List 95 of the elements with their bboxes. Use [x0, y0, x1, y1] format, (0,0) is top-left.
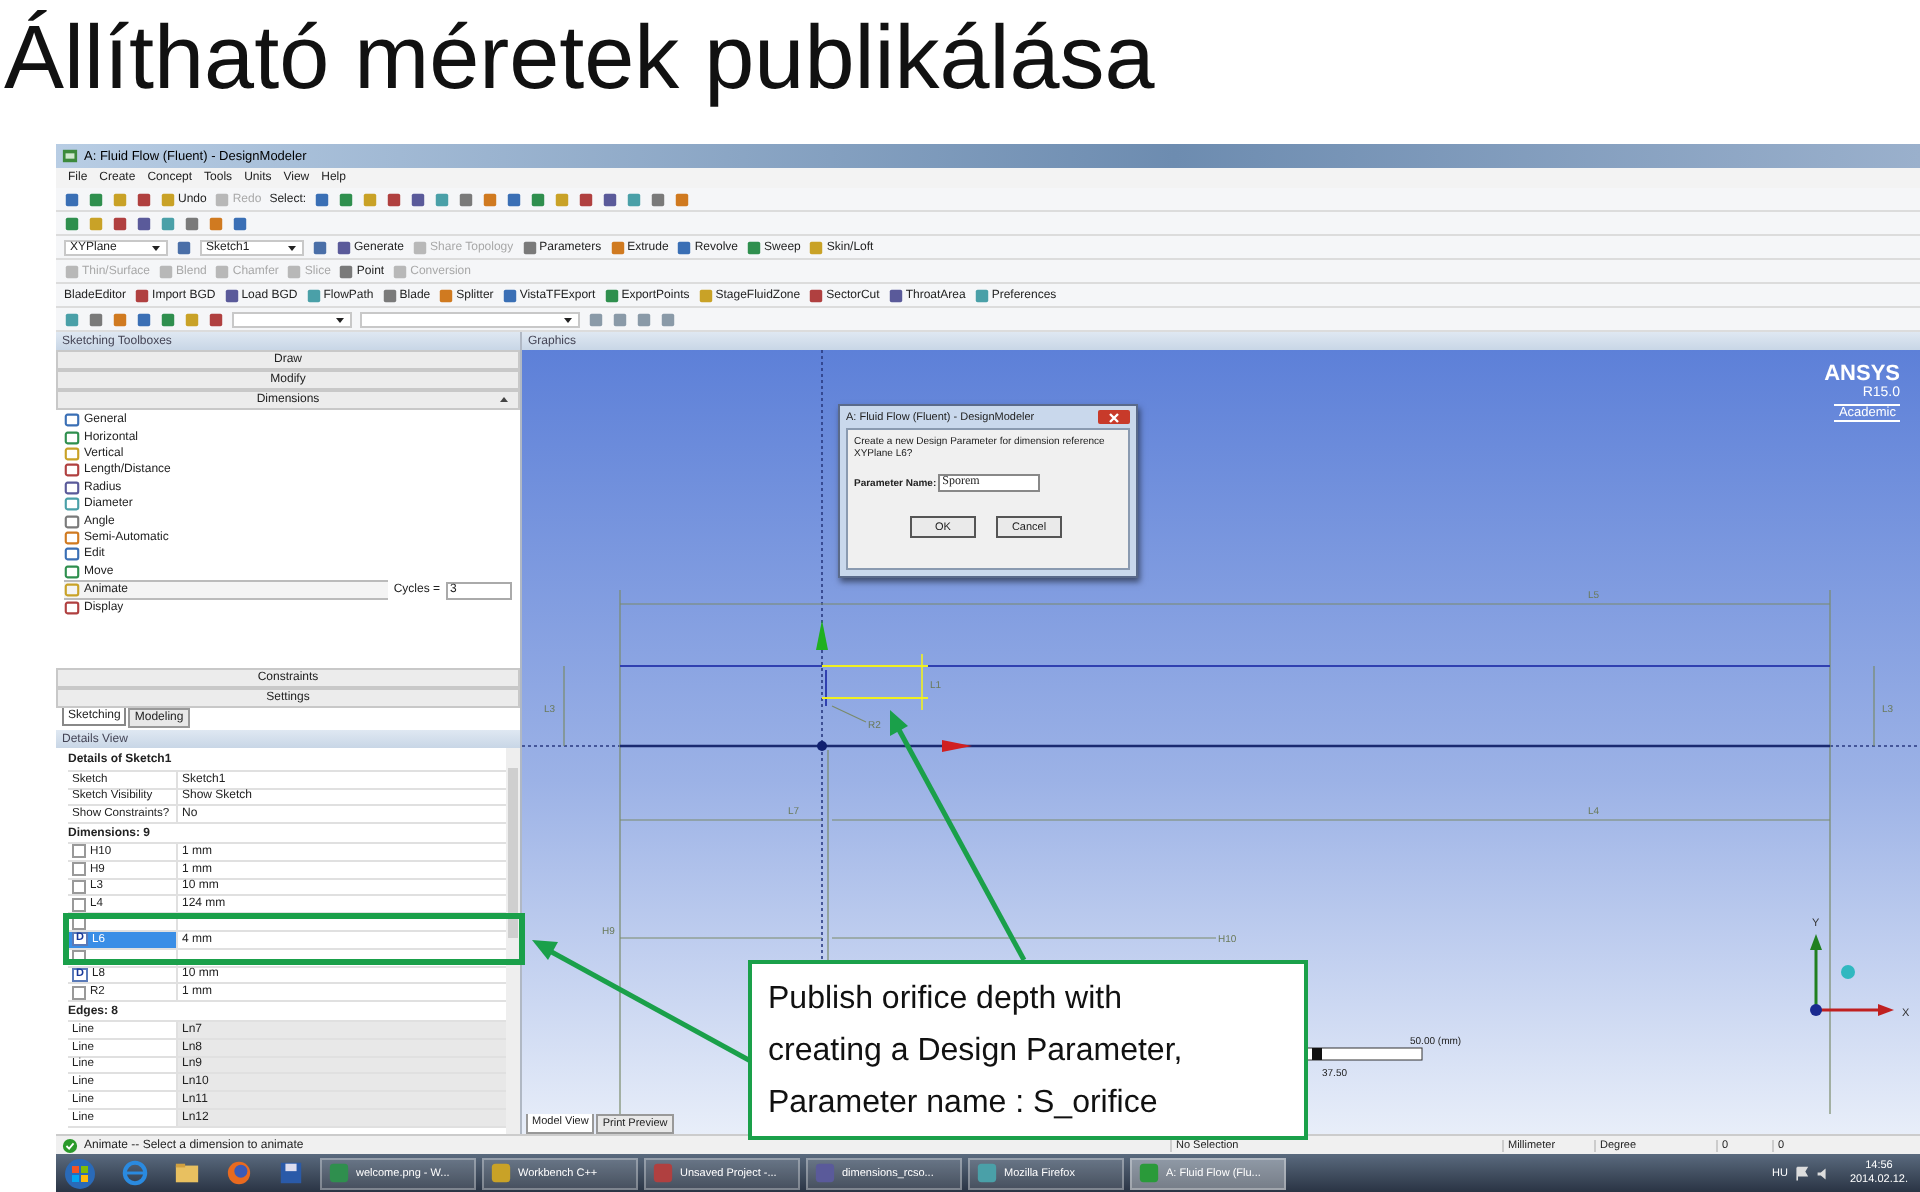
square-icon[interactable] — [64, 191, 80, 207]
square-icon — [814, 1162, 836, 1184]
square-icon[interactable] — [674, 191, 691, 207]
checkbox[interactable] — [72, 897, 86, 912]
square-icon[interactable] — [112, 215, 128, 231]
square-icon[interactable] — [506, 191, 523, 207]
square-icon[interactable] — [588, 311, 604, 327]
square-icon[interactable] — [64, 215, 80, 231]
square-icon — [501, 287, 518, 303]
square-icon — [214, 263, 231, 279]
square-icon — [697, 287, 714, 303]
square-icon[interactable] — [482, 191, 499, 207]
square-icon — [603, 287, 620, 303]
square-icon[interactable] — [208, 311, 224, 327]
checkbox[interactable] — [72, 844, 86, 859]
logo-name: ANSYS — [1824, 364, 1900, 386]
square-icon — [134, 287, 151, 303]
square-icon — [609, 239, 626, 255]
square-icon — [381, 287, 398, 303]
folder-icon[interactable] — [174, 1160, 200, 1186]
square-icon — [746, 239, 763, 255]
caret-icon[interactable] — [498, 394, 510, 406]
axis-triad-drawing — [1810, 934, 1894, 1016]
square-icon[interactable] — [136, 215, 152, 231]
checkbox[interactable] — [72, 985, 86, 1000]
square-icon[interactable] — [626, 191, 643, 207]
square-icon — [305, 287, 322, 303]
square-icon[interactable] — [338, 191, 355, 207]
square-icon[interactable] — [184, 215, 200, 231]
square-icon — [808, 287, 825, 303]
square-icon[interactable] — [112, 311, 128, 327]
square-icon[interactable] — [312, 239, 328, 255]
square-icon[interactable] — [650, 191, 667, 207]
square-icon[interactable] — [160, 311, 176, 327]
square-icon — [158, 263, 175, 279]
callout-text: Publish orifice depth with creating a Design Parameter, Parameter name : S_orifice — [768, 980, 1185, 1124]
square-icon — [160, 191, 176, 207]
square-icon[interactable] — [530, 191, 547, 207]
app-icon — [62, 148, 78, 164]
square-icon — [676, 239, 693, 255]
square-icon[interactable] — [612, 311, 628, 327]
square-icon — [338, 263, 355, 279]
property-name[interactable] — [68, 914, 178, 930]
square-icon — [214, 191, 231, 207]
square-icon — [973, 287, 990, 303]
square-icon — [336, 239, 352, 255]
dropdown-field[interactable] — [232, 311, 352, 327]
caret-icon[interactable] — [286, 241, 298, 253]
square-icon — [223, 287, 240, 303]
square-icon[interactable] — [314, 191, 331, 207]
check-icon — [62, 1137, 78, 1153]
square-icon — [392, 263, 409, 279]
square-icon — [412, 239, 429, 255]
square-icon[interactable] — [578, 191, 595, 207]
start-button[interactable] — [64, 1157, 96, 1189]
square-icon — [808, 239, 825, 255]
square-icon — [64, 263, 80, 279]
square-icon[interactable] — [208, 215, 224, 231]
globe-icon[interactable] — [226, 1160, 252, 1186]
flag-icon[interactable] — [1793, 1165, 1810, 1181]
square-icon[interactable] — [386, 191, 403, 207]
caret-icon[interactable] — [334, 313, 346, 325]
square-icon — [490, 1162, 512, 1184]
square-icon[interactable] — [602, 191, 619, 207]
square-icon[interactable] — [136, 191, 152, 207]
square-icon — [652, 1162, 674, 1184]
square-icon[interactable] — [434, 191, 451, 207]
close-button[interactable] — [1098, 410, 1130, 424]
square-icon[interactable] — [660, 311, 676, 327]
checkbox[interactable] — [72, 862, 86, 877]
square-icon — [976, 1162, 998, 1184]
caret-icon[interactable] — [562, 313, 574, 325]
square-icon[interactable] — [176, 239, 192, 255]
close-icon — [1108, 411, 1120, 423]
square-icon[interactable] — [636, 311, 652, 327]
square-icon[interactable] — [88, 191, 104, 207]
dropdown-field[interactable] — [360, 311, 580, 327]
slide-title: Állítható méretek publikálása — [2, 4, 1157, 112]
square-icon[interactable] — [160, 215, 176, 231]
square-icon — [521, 239, 538, 255]
square-icon[interactable] — [232, 215, 248, 231]
square-icon[interactable] — [88, 311, 104, 327]
square-icon[interactable] — [64, 311, 80, 327]
square-icon[interactable] — [136, 311, 152, 327]
scrollbar[interactable] — [506, 748, 520, 1134]
browser-e-icon[interactable] — [122, 1160, 148, 1186]
square-icon[interactable] — [458, 191, 475, 207]
square-icon — [887, 287, 904, 303]
square-icon — [286, 263, 303, 279]
speaker-icon[interactable] — [1815, 1165, 1832, 1181]
square-icon[interactable] — [410, 191, 427, 207]
square-icon — [1138, 1162, 1160, 1184]
square-icon — [438, 287, 455, 303]
square-icon — [328, 1162, 350, 1184]
caret-icon[interactable] — [150, 241, 162, 253]
